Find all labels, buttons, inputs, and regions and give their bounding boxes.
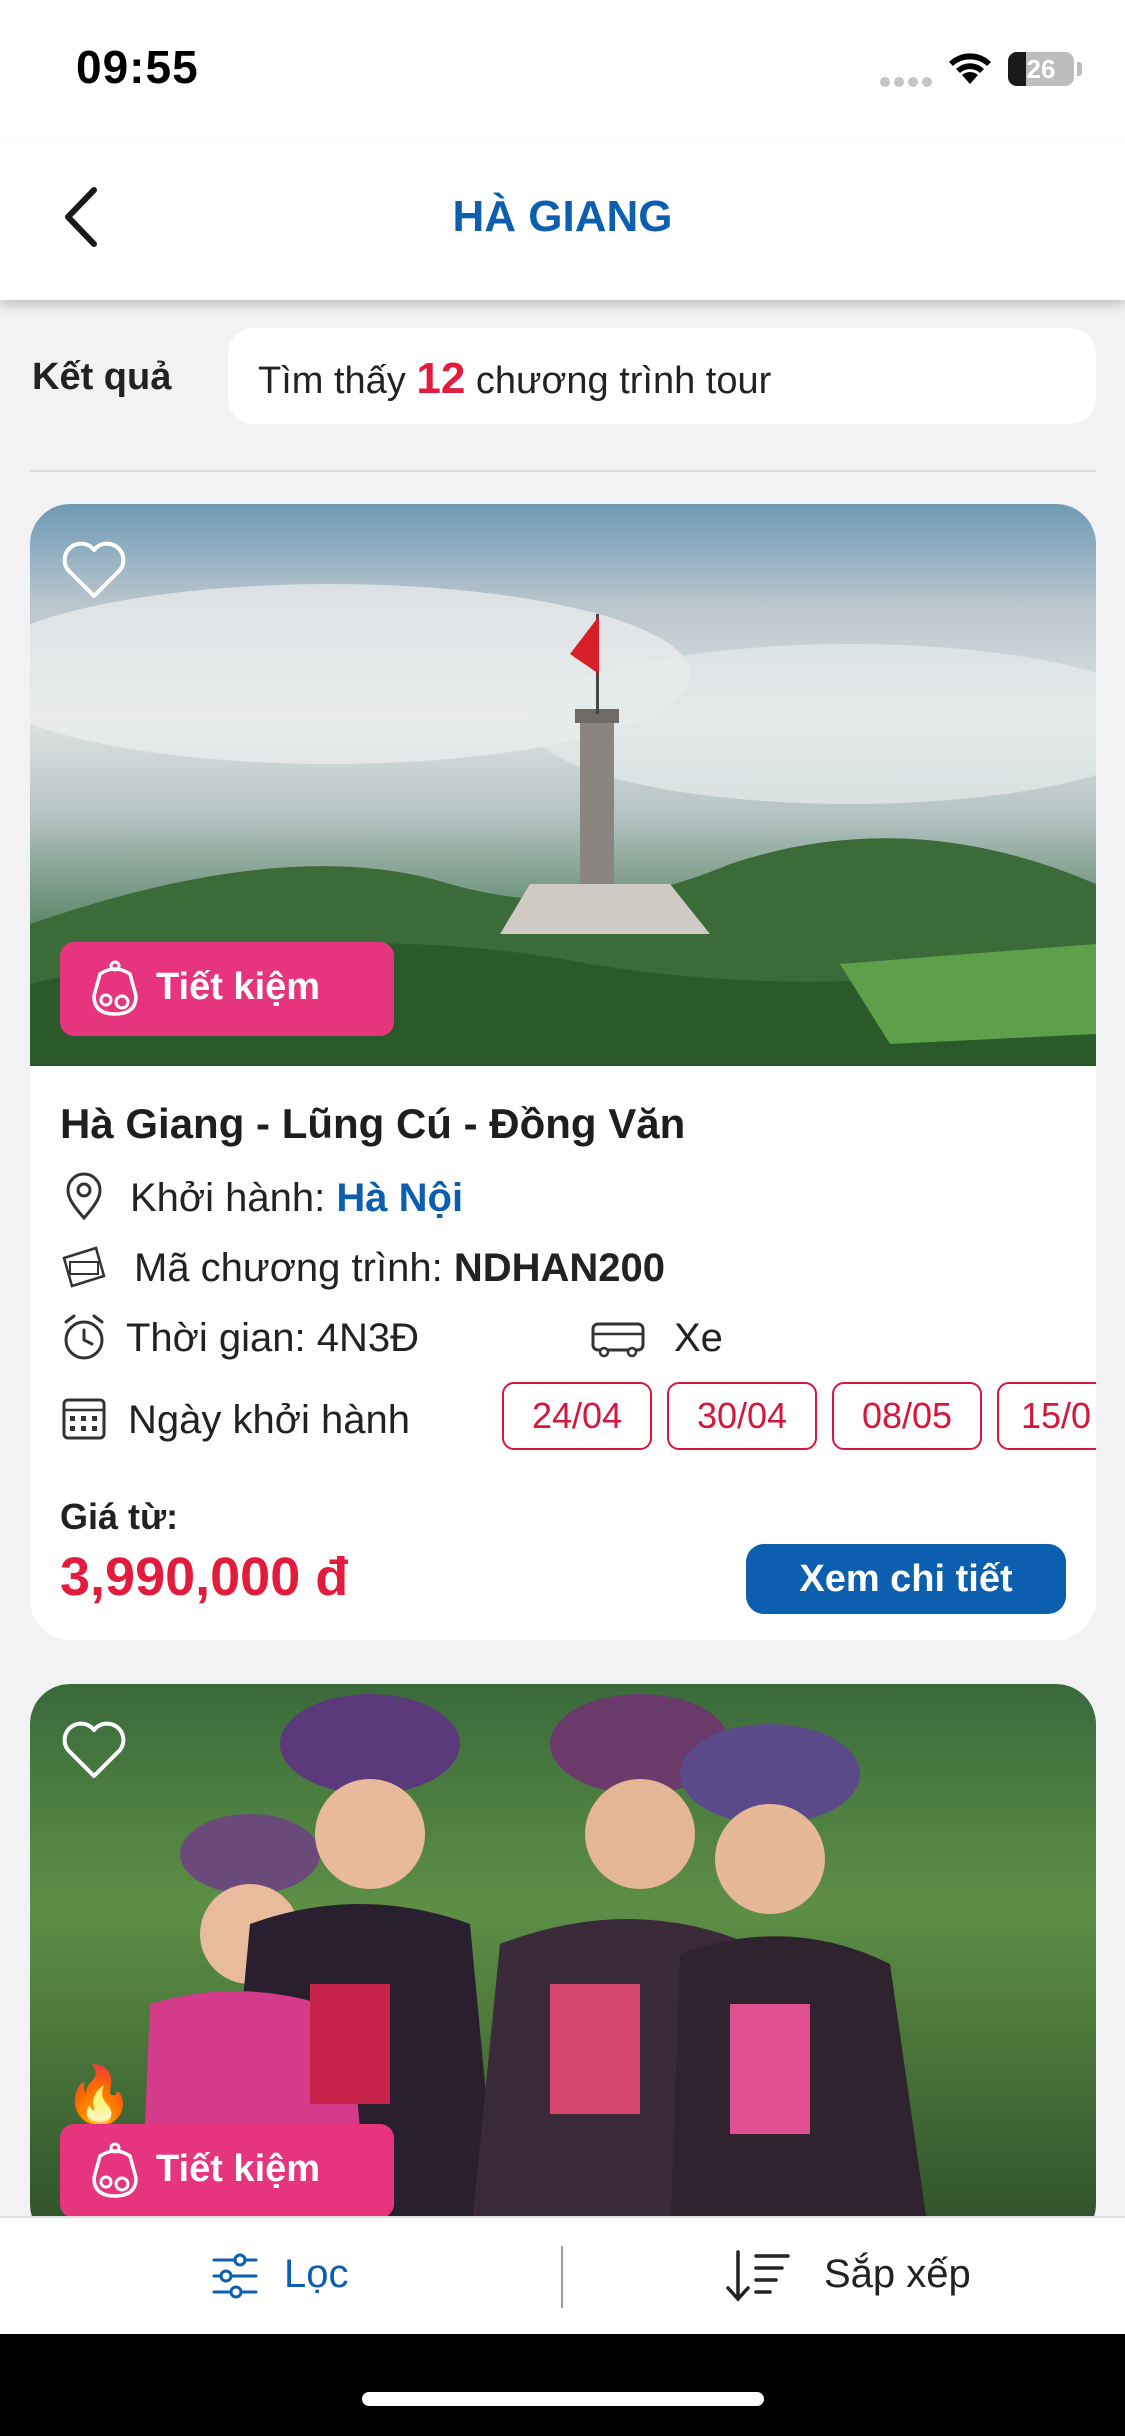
sort-icon [726,2250,790,2302]
badge-label: Tiết kiệm [156,966,321,1008]
bus-icon [591,1322,645,1358]
piggy-bank-icon [92,960,138,1016]
filter-label: Lọc [284,2252,349,2296]
departure-text: Khởi hành: Hà Nội [130,1176,463,1221]
status-bar: 09:55 26 [0,0,1125,140]
results-summary: Kết quả Tìm thấy 12 chương trình tour [0,328,1125,428]
ticket-icon [62,1246,106,1288]
code-label: Mã chương trình: [134,1246,443,1290]
navigation-header: HÀ GIANG [0,140,1125,300]
divider [561,2246,563,2308]
wifi-icon [949,53,991,84]
tour-image[interactable]: Tiết kiệm [30,504,1096,1066]
filter-button[interactable]: Lọc [200,2218,420,2336]
results-text: Tìm thấy 12 chương trình tour [258,354,771,404]
clock-icon [64,1314,104,1360]
date-chip[interactable]: 15/0 [997,1382,1096,1450]
page-title: HÀ GIANG [452,192,673,241]
results-count: 12 [416,354,466,403]
results-box: Tìm thấy 12 chương trình tour [228,328,1096,424]
departure-row: Khởi hành: Hà Nội [60,1170,1060,1226]
code-row: Mã chương trình: NDHAN200 [60,1240,1060,1296]
home-indicator[interactable] [362,2392,764,2406]
cellular-signal-icon [880,74,936,92]
duration-text: Thời gian: 4N3Đ [126,1316,420,1360]
date-chip[interactable]: 24/04 [502,1382,652,1450]
tour-title[interactable]: Hà Giang - Lũng Cú - Đồng Văn [60,1100,685,1148]
view-detail-button[interactable]: Xem chi tiết [746,1544,1066,1614]
badge-label: Tiết kiệm [156,2148,321,2190]
code-value: NDHAN200 [453,1246,665,1290]
heart-icon[interactable] [60,1720,128,1780]
sort-label: Sắp xếp [824,2252,971,2296]
calendar-icon [62,1398,106,1440]
tour-image[interactable]: 🔥 Tiết kiệm [30,1684,1096,2244]
dates-label: Ngày khởi hành [128,1398,410,1442]
home-indicator-area [0,2334,1125,2436]
date-chip[interactable]: 08/05 [832,1382,982,1450]
price-value: 3,990,000 đ [60,1547,349,1607]
price-label: Giá từ: [60,1496,179,1537]
departure-date-list: 24/04 30/04 08/05 15/0 [500,1382,1096,1454]
transport-text: Xe [674,1316,723,1360]
battery-level: 26 [1026,54,1056,84]
dates-row: Ngày khởi hành 24/04 30/04 08/05 15/0 [60,1382,1096,1454]
filter-icon [212,2253,258,2299]
sort-button[interactable]: Sắp xếp [720,2218,980,2336]
fire-icon: 🔥 [64,2063,134,2126]
battery-icon: 26 [1008,52,1074,86]
tour-card[interactable]: 🔥 Tiết kiệm [30,1684,1096,2244]
duration-row: Thời gian: 4N3Đ Xe [60,1310,1060,1366]
date-chip[interactable]: 30/04 [667,1382,817,1450]
results-prefix: Tìm thấy [258,360,406,402]
departure-label: Khởi hành: [130,1176,326,1220]
savings-badge: Tiết kiệm [60,2124,394,2218]
results-suffix: chương trình tour [475,360,772,402]
results-label: Kết quả [32,356,172,398]
departure-city: Hà Nội [336,1176,464,1220]
piggy-bank-icon [92,2142,138,2198]
status-time: 09:55 [76,41,199,93]
savings-badge: Tiết kiệm [60,942,394,1036]
tour-card[interactable]: Tiết kiệm Hà Giang - Lũng Cú - Đồng Văn … [30,504,1096,1640]
heart-icon[interactable] [60,540,128,600]
divider [30,470,1096,472]
bottom-action-bar: Lọc Sắp xếp [0,2216,1125,2334]
code-text: Mã chương trình: NDHAN200 [134,1246,665,1291]
location-icon [66,1172,102,1221]
